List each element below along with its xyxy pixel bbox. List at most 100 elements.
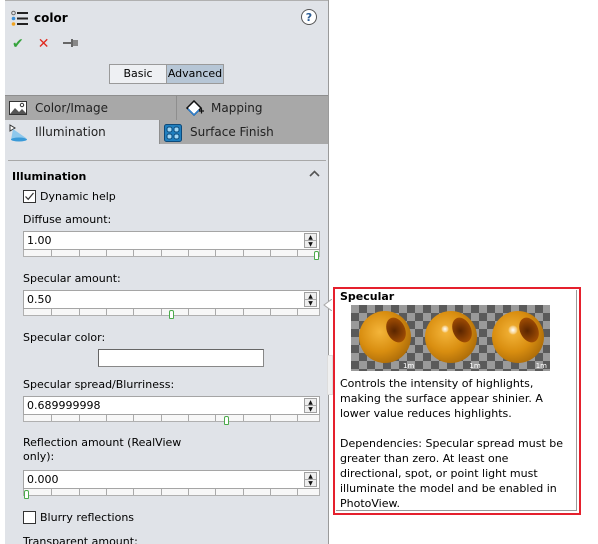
spin-up-button[interactable]: ▲ bbox=[305, 399, 316, 406]
slider-tick bbox=[79, 250, 80, 256]
tab-surface-finish[interactable]: Surface Finish bbox=[160, 120, 328, 144]
slider-tick bbox=[215, 309, 216, 315]
specular-amount-input[interactable]: 0.50 ▲ ▼ bbox=[23, 290, 320, 309]
tooltip-title: Specular bbox=[340, 290, 395, 303]
slider-tick bbox=[51, 489, 52, 495]
ok-button[interactable]: ✔ bbox=[12, 37, 24, 51]
pin-icon bbox=[63, 39, 79, 47]
slider-tick bbox=[297, 415, 298, 421]
mode-toggle: Basic Advanced bbox=[109, 64, 224, 84]
slider-tick bbox=[243, 309, 244, 315]
spin-down-button[interactable]: ▼ bbox=[305, 406, 316, 413]
slider-thumb[interactable] bbox=[169, 310, 174, 319]
spinner[interactable]: ▲ ▼ bbox=[304, 472, 317, 487]
spinner[interactable]: ▲ ▼ bbox=[304, 292, 317, 307]
slider-tick bbox=[215, 250, 216, 256]
spinner[interactable]: ▲ ▼ bbox=[304, 398, 317, 413]
property-list-icon bbox=[11, 10, 28, 27]
panel-title: color bbox=[34, 11, 68, 25]
tab-label: Color/Image bbox=[35, 101, 108, 115]
panel-top-border bbox=[5, 0, 328, 1]
specular-amount-slider[interactable] bbox=[23, 309, 320, 319]
slider-tick bbox=[297, 309, 298, 315]
scale-tag: 1m bbox=[469, 362, 481, 370]
slider-tick bbox=[79, 489, 80, 495]
sphere-icon bbox=[359, 311, 411, 363]
slider-tick bbox=[188, 250, 189, 256]
diffuse-amount-input[interactable]: 1.00 ▲ ▼ bbox=[23, 231, 320, 250]
slider-thumb[interactable] bbox=[24, 490, 29, 499]
slider-tick bbox=[243, 415, 244, 421]
reflection-amount-input[interactable]: 0.000 ▲ ▼ bbox=[23, 470, 320, 489]
slider-tick bbox=[270, 250, 271, 256]
tooltip-description: Controls the intensity of highlights, ma… bbox=[340, 377, 564, 510]
checkbox-box[interactable] bbox=[23, 190, 36, 203]
slider-tick bbox=[161, 309, 162, 315]
slider-tick bbox=[297, 250, 298, 256]
spin-down-button[interactable]: ▼ bbox=[305, 480, 316, 487]
mapping-icon bbox=[185, 99, 204, 117]
reflection-amount-slider[interactable] bbox=[23, 489, 320, 499]
spin-down-button[interactable]: ▼ bbox=[305, 241, 316, 248]
help-icon[interactable]: ? bbox=[301, 9, 317, 25]
field-value: 0.000 bbox=[27, 473, 59, 486]
slider-tick bbox=[188, 415, 189, 421]
spin-down-button[interactable]: ▼ bbox=[305, 300, 316, 307]
blurry-reflections-checkbox[interactable]: Blurry reflections bbox=[23, 511, 134, 524]
slider-tick bbox=[270, 489, 271, 495]
slider-tick bbox=[270, 415, 271, 421]
preview-sphere-high: 1m bbox=[484, 305, 550, 371]
slider-tick bbox=[133, 250, 134, 256]
slider-tick bbox=[297, 489, 298, 495]
action-bar: ✔ ✕ bbox=[12, 37, 79, 51]
dynamic-help-tooltip: Specular 1m 1m 1m Controls the intensity… bbox=[333, 287, 581, 515]
tab-illumination[interactable]: Illumination bbox=[5, 120, 160, 144]
property-manager-panel: color ? ✔ ✕ Basic Advanced Color/Image M… bbox=[5, 0, 329, 544]
slider-thumb[interactable] bbox=[224, 416, 229, 425]
tab-label: Mapping bbox=[211, 101, 263, 115]
checkbox-box[interactable] bbox=[23, 511, 36, 524]
slider-tick bbox=[188, 309, 189, 315]
preview-sphere-low: 1m bbox=[351, 305, 417, 371]
spin-up-button[interactable]: ▲ bbox=[305, 234, 316, 241]
spin-up-button[interactable]: ▲ bbox=[305, 293, 316, 300]
tab-color-image[interactable]: Color/Image bbox=[5, 96, 177, 120]
slider-tick bbox=[215, 415, 216, 421]
slider-tick bbox=[79, 309, 80, 315]
specular-preview-image: 1m 1m 1m bbox=[351, 305, 550, 371]
spinner[interactable]: ▲ ▼ bbox=[304, 233, 317, 248]
slider-tick bbox=[106, 489, 107, 495]
slider-tick bbox=[106, 250, 107, 256]
slider-tick bbox=[106, 309, 107, 315]
advanced-button[interactable]: Advanced bbox=[167, 64, 224, 84]
field-value: 1.00 bbox=[27, 234, 52, 247]
spin-up-button[interactable]: ▲ bbox=[305, 473, 316, 480]
pin-button[interactable] bbox=[63, 37, 79, 51]
preview-sphere-mid: 1m bbox=[417, 305, 483, 371]
slider-thumb[interactable] bbox=[314, 251, 319, 260]
slider-tick bbox=[133, 309, 134, 315]
slider-tick bbox=[243, 250, 244, 256]
specular-spread-slider[interactable] bbox=[23, 415, 320, 425]
specular-color-label: Specular color: bbox=[23, 331, 106, 344]
slider-tick bbox=[106, 415, 107, 421]
specular-spread-label: Specular spread/Blurriness: bbox=[23, 378, 175, 391]
sphere-icon bbox=[425, 311, 478, 363]
cancel-button[interactable]: ✕ bbox=[38, 37, 50, 51]
tab-row-1: Color/Image Mapping bbox=[5, 95, 328, 120]
diffuse-amount-slider[interactable] bbox=[23, 250, 320, 260]
specular-spread-input[interactable]: 0.689999998 ▲ ▼ bbox=[23, 396, 320, 415]
specular-color-swatch[interactable] bbox=[98, 349, 264, 367]
slider-tick bbox=[51, 309, 52, 315]
collapse-chevron-icon[interactable] bbox=[309, 166, 320, 180]
slider-tick bbox=[133, 415, 134, 421]
tab-mapping[interactable]: Mapping bbox=[177, 96, 328, 120]
dynamic-help-checkbox[interactable]: Dynamic help bbox=[23, 190, 116, 203]
slider-tick bbox=[79, 415, 80, 421]
section-divider bbox=[8, 160, 326, 161]
slider-tick bbox=[215, 489, 216, 495]
tab-row-2: Illumination Surface Finish bbox=[5, 119, 328, 144]
checkmark-icon bbox=[25, 192, 34, 201]
basic-button[interactable]: Basic bbox=[109, 64, 167, 84]
slider-tick bbox=[133, 489, 134, 495]
